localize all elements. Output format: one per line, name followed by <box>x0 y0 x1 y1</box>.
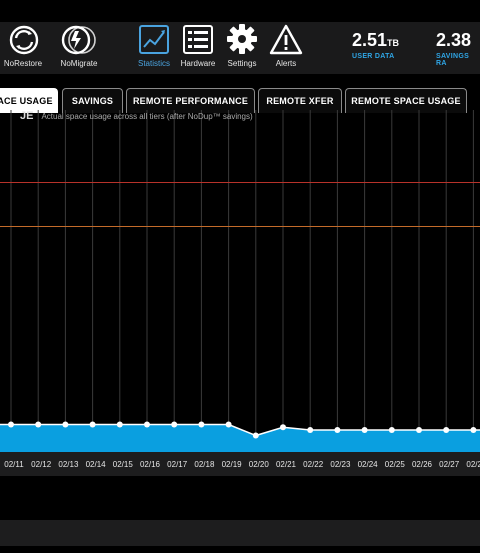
toolbar: NoRestore NoMigrate Statistics Hardware <box>0 22 480 74</box>
chart-area: 02/11 02/12 02/13 02/14 02/15 02/16 02/17 02/18… <box>0 110 480 476</box>
x-tick-label: 02/14 <box>86 460 107 469</box>
settings-button[interactable]: Settings <box>222 22 262 68</box>
nomigrate-icon <box>61 25 96 55</box>
statistics-button[interactable]: Statistics <box>134 22 174 68</box>
x-tick-label: 02/17 <box>167 460 188 469</box>
stat-user-data-unit: TB <box>387 38 400 48</box>
alerts-label: Alerts <box>275 59 297 68</box>
x-tick-label: 02/23 <box>330 460 351 469</box>
stat-savings-ratio-caption: SAVINGS RA <box>436 53 470 67</box>
data-point <box>470 427 477 433</box>
hardware-button[interactable]: Hardware <box>178 22 218 68</box>
gear-icon <box>227 24 257 54</box>
footer-strip <box>0 476 480 520</box>
x-tick-label: 02/26 <box>412 460 433 469</box>
x-tick-label: 02/19 <box>222 460 243 469</box>
data-point <box>388 427 395 433</box>
x-tick-label: 02/16 <box>140 460 161 469</box>
x-tick-label: 02/20 <box>249 460 270 469</box>
data-point <box>116 421 123 428</box>
data-point <box>144 421 150 428</box>
x-tick-label: 02/24 <box>358 460 379 469</box>
stat-user-data-caption: USER DATA <box>352 53 395 60</box>
x-tick-label: 02/25 <box>385 460 406 469</box>
data-point <box>416 427 422 433</box>
x-tick-label: 02/18 <box>194 460 215 469</box>
stat-savings-ratio-value: 2.38 <box>436 30 472 50</box>
data-point <box>361 427 368 433</box>
x-tick-label: 02/27 <box>439 460 460 469</box>
x-tick-label: 02/11 <box>4 460 24 469</box>
data-point <box>35 421 42 428</box>
x-tick-label: 02/28 <box>466 460 480 469</box>
x-tick-label: 02/12 <box>31 460 52 469</box>
nomigrate-button[interactable]: NoMigrate <box>56 22 102 68</box>
chart-subtitle-prefix: JE <box>20 110 34 122</box>
alert-icon <box>269 24 303 55</box>
hardware-icon <box>183 25 213 54</box>
data-point <box>62 421 69 428</box>
data-point <box>171 421 178 428</box>
data-point <box>89 421 96 428</box>
norestore-icon <box>9 25 39 55</box>
data-point <box>225 421 232 428</box>
hardware-label: Hardware <box>180 59 216 68</box>
settings-label: Settings <box>227 59 257 68</box>
data-point <box>334 427 341 433</box>
x-tick-label: 02/13 <box>58 460 79 469</box>
x-tick-label: 02/15 <box>113 460 134 469</box>
stat-user-data: 2.51TB USER DATA <box>352 30 399 60</box>
x-tick-label: 02/21 <box>276 460 297 469</box>
stat-savings-ratio: 2.38 SAVINGS RA <box>436 30 480 67</box>
stat-user-data-value: 2.51 <box>352 30 388 50</box>
data-point <box>307 427 314 433</box>
top-bar <box>0 0 480 22</box>
alerts-button[interactable]: Alerts <box>266 22 306 68</box>
chart-subtitle: JE Actual space usage across all tiers (a… <box>20 110 253 122</box>
statistics-icon <box>139 25 169 54</box>
norestore-button[interactable]: NoRestore <box>2 22 44 68</box>
chart-subtitle-text: Actual space usage across all tiers (aft… <box>41 112 253 121</box>
data-point <box>280 424 286 431</box>
nomigrate-label: NoMigrate <box>60 59 98 68</box>
footer-bar <box>0 520 480 546</box>
data-point <box>252 432 259 439</box>
norestore-label: NoRestore <box>3 59 43 68</box>
data-point <box>8 421 14 428</box>
x-tick-label: 02/22 <box>303 460 324 469</box>
statistics-label: Statistics <box>137 59 170 68</box>
space-usage-chart: 02/11 02/12 02/13 02/14 02/15 02/16 02/17 02/18… <box>0 110 480 476</box>
data-point <box>198 421 205 428</box>
data-point <box>443 427 450 433</box>
